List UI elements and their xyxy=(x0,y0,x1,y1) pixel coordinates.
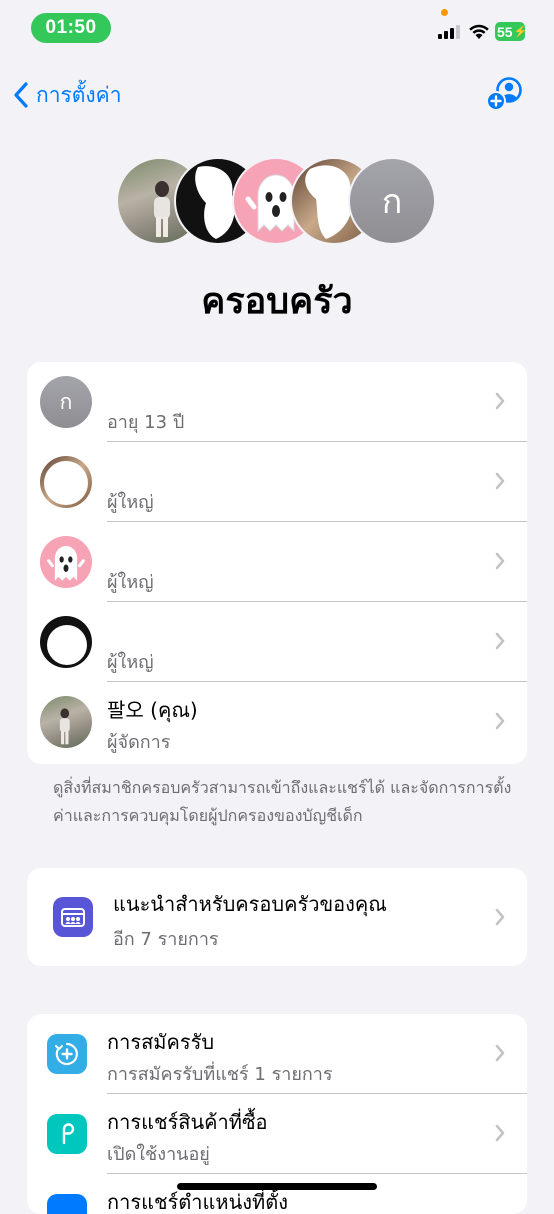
initial-avatar: ก xyxy=(348,157,436,245)
purchase-sharing-subtitle: เปิดใช้งานอยู่ xyxy=(107,1144,210,1165)
back-button-label: การตั้งค่า xyxy=(36,82,122,107)
chevron-right-icon xyxy=(495,712,505,730)
member-role: อายุ 13 ปี xyxy=(107,412,185,433)
page-title: ครอบครัว xyxy=(201,281,353,322)
back-button[interactable]: การตั้งค่า xyxy=(14,78,122,112)
location-sharing-title: การแชร์ตำแหน่งที่ตั้ง xyxy=(107,1190,288,1214)
suggestions-card: แนะนำสำหรับครอบครัวของคุณ อีก 7 รายการ xyxy=(27,868,527,966)
subscriptions-title: การสมัครรับ xyxy=(107,1030,215,1054)
privacy-indicator-dot xyxy=(441,9,448,16)
member-row[interactable]: 팔오 (คุณ) ผู้จัดการ xyxy=(27,682,527,762)
status-time: 01:50 xyxy=(31,13,111,43)
avatar-initial: ก xyxy=(59,389,73,414)
member-row[interactable]: ผู้ใหญ่ xyxy=(27,522,527,602)
chevron-right-icon xyxy=(495,552,505,570)
member-row[interactable]: ผู้ใหญ่ xyxy=(27,442,527,522)
chevron-right-icon xyxy=(495,1124,505,1142)
chevron-left-icon xyxy=(14,82,28,108)
family-checklist-icon xyxy=(53,897,93,937)
subscriptions-row[interactable]: การสมัครรับ การสมัครรับที่แชร์ 1 รายการ xyxy=(27,1014,527,1094)
location-sharing-row[interactable]: การแชร์ตำแหน่งที่ตั้ง xyxy=(27,1174,527,1214)
suggestions-row[interactable]: แนะนำสำหรับครอบครัวของคุณ อีก 7 รายการ xyxy=(27,868,527,966)
member-role: ผู้ใหญ่ xyxy=(107,572,154,593)
family-members-list: ก อายุ 13 ปี ผู้ใหญ่ ผู้ใหญ่ ผู้ใหญ่ 팔오 … xyxy=(27,362,527,764)
member-name: 팔오 (คุณ) xyxy=(107,698,198,722)
ghost-avatar xyxy=(40,536,92,588)
member-role: ผู้ใหญ่ xyxy=(107,652,154,673)
chevron-right-icon xyxy=(495,472,505,490)
battery-indicator: 55 ⚡ xyxy=(495,22,528,41)
member-row[interactable]: ผู้ใหญ่ xyxy=(27,602,527,682)
home-indicator[interactable] xyxy=(177,1183,377,1190)
family-avatar-group: ก xyxy=(116,157,446,245)
chevron-right-icon xyxy=(495,1044,505,1062)
member-photo-avatar xyxy=(40,616,92,668)
chevron-right-icon xyxy=(495,632,505,650)
suggestions-subtitle: อีก 7 รายการ xyxy=(113,929,219,950)
purchase-sharing-row[interactable]: การแชร์สินค้าที่ซื้อ เปิดใช้งานอยู่ xyxy=(27,1094,527,1174)
charging-bolt-icon: ⚡ xyxy=(513,26,528,38)
location-sharing-icon xyxy=(47,1194,87,1214)
avatar-initial: ก xyxy=(381,182,403,222)
member-row[interactable]: ก อายุ 13 ปี xyxy=(27,362,527,442)
cellular-signal-icon xyxy=(438,25,460,39)
family-footnote: ดูสิ่งที่สมาชิกครอบครัวสามารถเข้าถึงและแ… xyxy=(53,778,512,825)
wifi-icon xyxy=(469,24,489,39)
purchase-sharing-title: การแชร์สินค้าที่ซื้อ xyxy=(107,1110,268,1134)
member-photo-avatar xyxy=(40,696,92,748)
status-bar: 01:50 55 ⚡ xyxy=(0,0,554,56)
chevron-right-icon xyxy=(495,908,505,926)
suggestions-title: แนะนำสำหรับครอบครัวของคุณ xyxy=(113,892,387,916)
add-family-member-icon[interactable] xyxy=(485,76,523,112)
member-photo-avatar xyxy=(40,456,92,508)
member-role: ผู้จัดการ xyxy=(107,732,171,753)
battery-level: 55 xyxy=(497,23,513,40)
subscriptions-icon xyxy=(47,1034,87,1074)
member-role: ผู้ใหญ่ xyxy=(107,492,154,513)
purchase-sharing-icon xyxy=(47,1114,87,1154)
subscriptions-subtitle: การสมัครรับที่แชร์ 1 รายการ xyxy=(107,1064,333,1085)
initial-avatar: ก xyxy=(40,376,92,428)
chevron-right-icon xyxy=(495,392,505,410)
